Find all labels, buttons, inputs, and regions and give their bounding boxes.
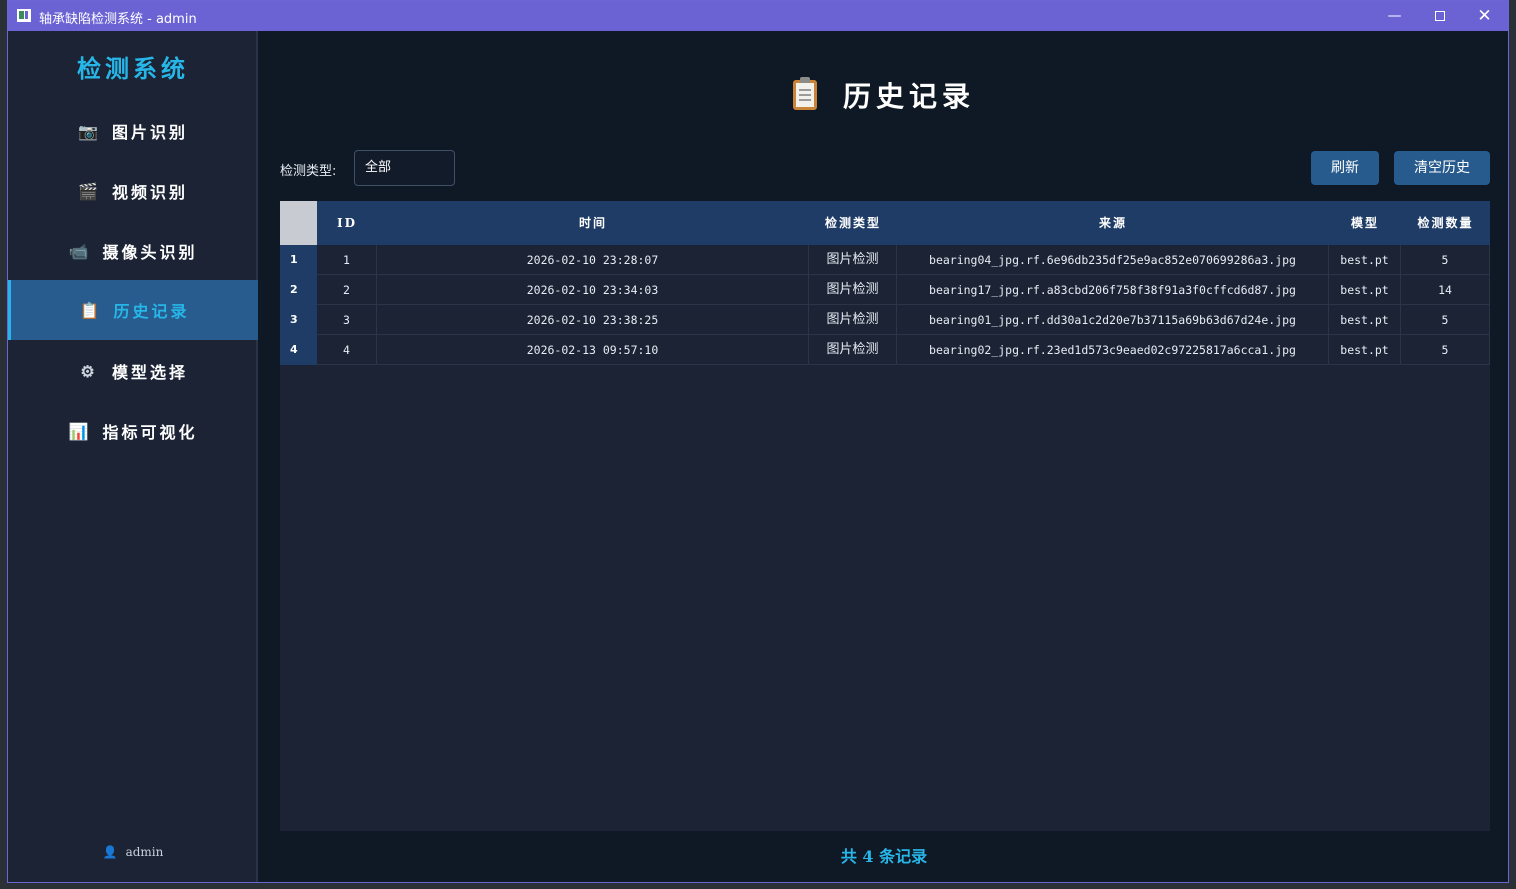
clipboard-icon: 📋: [79, 300, 103, 320]
column-header-source[interactable]: 来源: [897, 201, 1329, 245]
cell-count[interactable]: 14: [1401, 275, 1490, 305]
refresh-button[interactable]: 刷新: [1311, 151, 1379, 185]
cell-model[interactable]: best.pt: [1329, 245, 1401, 275]
cell-time[interactable]: 2026-02-10 23:38:25: [377, 305, 809, 335]
filter-label: 检测类型:: [280, 164, 337, 179]
cell-id[interactable]: 3: [317, 305, 377, 335]
sidebar-item-label: 指标可视化: [102, 423, 198, 442]
sidebar-item-history[interactable]: 📋 历史记录: [8, 280, 258, 340]
column-header-count[interactable]: 检测数量: [1401, 201, 1490, 245]
cell-time[interactable]: 2026-02-10 23:28:07: [377, 245, 809, 275]
row-number[interactable]: 2: [280, 275, 317, 305]
video-camera-icon: 📹: [68, 241, 92, 261]
table-row[interactable]: 4 4 2026-02-13 09:57:10 图片检测 bearing02_j…: [280, 335, 1490, 365]
table-row[interactable]: 1 1 2026-02-10 23:28:07 图片检测 bearing04_j…: [280, 245, 1490, 275]
minimize-button[interactable]: —: [1372, 1, 1417, 31]
sidebar-item-label: 历史记录: [113, 302, 190, 321]
row-number[interactable]: 3: [280, 305, 317, 335]
maximize-icon: [1434, 11, 1445, 21]
cell-type[interactable]: 图片检测: [809, 275, 897, 305]
cell-count[interactable]: 5: [1401, 245, 1490, 275]
sidebar-item-label: 图片识别: [111, 123, 188, 142]
sidebar-item-video-detect[interactable]: 🎬 视频识别: [8, 161, 258, 221]
sidebar-item-model-select[interactable]: ⚙ 模型选择: [8, 341, 258, 401]
bar-chart-icon: 📊: [68, 421, 92, 441]
gear-icon: ⚙: [80, 361, 98, 381]
column-header-type[interactable]: 检测类型: [809, 201, 897, 245]
cell-time[interactable]: 2026-02-10 23:34:03: [377, 275, 809, 305]
clear-history-button[interactable]: 清空历史: [1394, 151, 1490, 185]
column-header-model[interactable]: 模型: [1329, 201, 1401, 245]
window-title: 轴承缺陷检测系统 - admin: [39, 12, 197, 27]
row-number[interactable]: 1: [280, 245, 317, 275]
sidebar-item-label: 摄像头识别: [102, 243, 198, 262]
cell-type[interactable]: 图片检测: [809, 335, 897, 365]
record-count: 共 4 条记录: [840, 847, 928, 866]
sidebar-item-label: 视频识别: [111, 183, 188, 202]
clipboard-icon: [792, 77, 817, 110]
cell-id[interactable]: 1: [317, 245, 377, 275]
current-user: 👤 admin: [8, 845, 258, 859]
sidebar-item-metrics[interactable]: 📊 指标可视化: [8, 401, 258, 461]
cell-count[interactable]: 5: [1401, 305, 1490, 335]
detect-type-select[interactable]: 全部: [354, 150, 455, 186]
sidebar-item-image-detect[interactable]: 📷 图片识别: [8, 101, 258, 161]
column-header-id[interactable]: ID: [317, 201, 377, 245]
cell-source[interactable]: bearing02_jpg.rf.23ed1d573c9eaed02c97225…: [897, 335, 1329, 365]
clapperboard-icon: 🎬: [77, 181, 101, 201]
table-row[interactable]: 2 2 2026-02-10 23:34:03 图片检测 bearing17_j…: [280, 275, 1490, 305]
app-icon: [17, 9, 31, 22]
maximize-button[interactable]: [1417, 1, 1462, 31]
cell-type[interactable]: 图片检测: [809, 245, 897, 275]
cell-source[interactable]: bearing17_jpg.rf.a83cbd206f758f38f91a3f0…: [897, 275, 1329, 305]
table-corner[interactable]: [280, 201, 317, 245]
username: admin: [125, 845, 164, 859]
table-row[interactable]: 3 3 2026-02-10 23:38:25 图片检测 bearing01_j…: [280, 305, 1490, 335]
cell-id[interactable]: 4: [317, 335, 377, 365]
cell-source[interactable]: bearing04_jpg.rf.6e96db235df25e9ac852e07…: [897, 245, 1329, 275]
user-icon: 👤: [102, 845, 118, 859]
cell-id[interactable]: 2: [317, 275, 377, 305]
title-bar[interactable]: 轴承缺陷检测系统 - admin — ✕: [8, 1, 1508, 31]
cell-model[interactable]: best.pt: [1329, 335, 1401, 365]
sidebar-item-label: 模型选择: [111, 363, 188, 382]
sidebar: 检测系统 📷 图片识别 🎬 视频识别 📹 摄像头识别 📋 历史记录 ⚙ 模型选择…: [8, 31, 258, 882]
cell-type[interactable]: 图片检测: [809, 305, 897, 335]
cell-model[interactable]: best.pt: [1329, 275, 1401, 305]
cell-source[interactable]: bearing01_jpg.rf.dd30a1c2d20e7b37115a69b…: [897, 305, 1329, 335]
close-button[interactable]: ✕: [1462, 1, 1507, 31]
brand-title: 检测系统: [77, 54, 189, 83]
cell-model[interactable]: best.pt: [1329, 305, 1401, 335]
cell-count[interactable]: 5: [1401, 335, 1490, 365]
page-title: 历史记录: [260, 75, 1508, 115]
page-title-text: 历史记录: [842, 80, 975, 113]
app-window: 轴承缺陷检测系统 - admin — ✕ 检测系统 📷 图片识别 🎬 视频识别 …: [7, 0, 1509, 883]
cell-time[interactable]: 2026-02-13 09:57:10: [377, 335, 809, 365]
sidebar-item-camera-detect[interactable]: 📹 摄像头识别: [8, 221, 258, 281]
main-content: 历史记录 检测类型: 全部 刷新 清空历史 ID 时间 检测类型 来源 模型 检…: [260, 31, 1508, 882]
table-header: ID 时间 检测类型 来源 模型 检测数量: [280, 201, 1490, 245]
column-header-time[interactable]: 时间: [377, 201, 809, 245]
camera-icon: 📷: [77, 121, 101, 141]
row-number[interactable]: 4: [280, 335, 317, 365]
history-table: ID 时间 检测类型 来源 模型 检测数量 1 1 2026-02-10 23:…: [280, 201, 1490, 831]
